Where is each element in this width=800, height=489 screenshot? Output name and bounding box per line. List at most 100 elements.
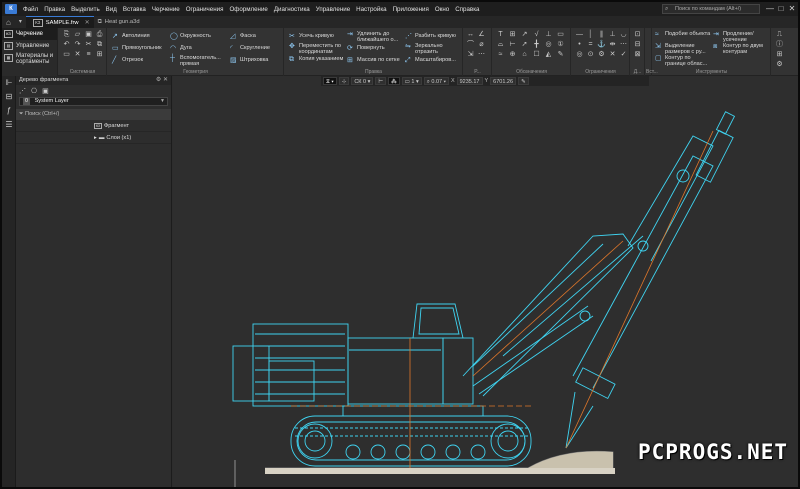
menu-settings[interactable]: Настройка (353, 6, 389, 13)
mirror-button[interactable]: ⇋ Зеркально отразить (405, 43, 459, 55)
measure-icon[interactable]: ⎍ (775, 31, 784, 39)
tree-search-input[interactable]: ⏷ Поиск (Ctrl+/) (16, 109, 171, 120)
tab-menu-icon[interactable]: ▾ (15, 16, 26, 28)
print-icon[interactable]: ⎙ (95, 31, 104, 39)
menu-design[interactable]: Оформление (226, 6, 270, 13)
horizontal-icon[interactable]: — (575, 31, 584, 39)
concentric-icon[interactable]: ◎ (575, 51, 584, 59)
save-icon[interactable]: ▣ (84, 31, 93, 39)
weld-icon[interactable]: ⌓ (496, 41, 505, 49)
scale-button[interactable]: ⤢ Масштабиров... (405, 57, 456, 64)
menu-constraints[interactable]: Ограничения (183, 6, 227, 13)
midpoint-icon[interactable]: ⊙ (586, 51, 595, 59)
info-icon[interactable]: ⓘ (775, 41, 784, 49)
axis-icon[interactable]: ⊕ (508, 51, 517, 59)
chamfer-button[interactable]: ◿ Фаска (230, 33, 256, 40)
angle-dim-icon[interactable]: ∠ (477, 31, 486, 39)
grid-icon[interactable]: ⊞ (95, 51, 104, 59)
image-icon[interactable]: ▣ (42, 87, 49, 95)
redo-icon[interactable]: ↷ (73, 41, 82, 49)
leader-icon[interactable]: ↗ (520, 31, 529, 39)
select-dims-button[interactable]: ⇲ Выделение размеров с ру... (655, 43, 711, 55)
properties-icon[interactable]: ≡ (84, 51, 93, 59)
break-icon[interactable]: ≈ (496, 51, 505, 59)
tab-close-icon[interactable]: ✕ (85, 19, 90, 26)
y-coordinate-field[interactable]: 6701.26 (490, 77, 517, 85)
delete-constraints-icon[interactable]: ✕ (608, 51, 617, 59)
tree-panel-icon[interactable]: ⊩ (2, 76, 16, 90)
tree-node-layers[interactable]: ▸ ▬ Слои (x1) (16, 132, 171, 144)
diameter-dim-icon[interactable]: ⌀ (477, 41, 486, 49)
area-contour-button[interactable]: ▢ Контур по границе облас... (655, 55, 711, 67)
menu-edit[interactable]: Правка (41, 6, 68, 13)
linear-dim-icon[interactable]: ↔ (466, 31, 475, 39)
auto-dim-icon[interactable]: ⇲ (466, 51, 475, 59)
move-coords-button[interactable]: ✥ Переместить по координатам (289, 43, 345, 55)
eyedropper-icon[interactable]: ✎ (518, 77, 529, 85)
mark-icon[interactable]: ◎ (544, 41, 553, 49)
menu-view[interactable]: Вид (103, 6, 120, 13)
menu-window[interactable]: Окно (432, 6, 452, 13)
command-search-input[interactable]: ⌕ Поиск по командам (Alt+/) (662, 4, 760, 14)
open-icon[interactable]: ▱ (73, 31, 82, 39)
arrow-view-icon[interactable]: ➚ (520, 41, 529, 49)
equal-icon[interactable]: = (586, 41, 595, 49)
check-icon[interactable]: ✓ (619, 51, 628, 59)
rotate-button[interactable]: ⟳ Повернуть (347, 45, 385, 52)
close-button[interactable]: ✕ (786, 2, 798, 16)
split-curve-button[interactable]: ⋰ Разбить кривую (405, 33, 456, 40)
paste-icon[interactable]: ▭ (62, 51, 71, 59)
similarity-button[interactable]: ≈ Подобие объекта (655, 31, 711, 38)
variables-panel-icon[interactable]: ƒ (2, 104, 16, 118)
ortho-icon[interactable]: ⊢ (375, 77, 387, 85)
snap-button[interactable]: ⧖ ▾ (323, 77, 337, 85)
note-icon[interactable]: ✎ (556, 51, 565, 59)
d-tool-1-icon[interactable]: ⊡ (633, 31, 642, 39)
centerline-icon[interactable]: ╋ (532, 41, 541, 49)
mode-materials[interactable]: ▦ Материалы и сортаменты (2, 52, 57, 66)
expand-icon[interactable]: ▸ (94, 132, 97, 144)
tab-sample-frw[interactable]: КЗ SAMPLE.frw ✕ (25, 16, 94, 28)
datum-icon[interactable]: ⊥ (544, 31, 553, 39)
layer-select[interactable]: 0 System Layer ▼ (19, 97, 168, 106)
zoom-select[interactable]: ⌕ 0.07 ▾ (423, 77, 449, 85)
coincident-icon[interactable]: • (575, 41, 584, 49)
menu-diagnostics[interactable]: Диагностика (271, 6, 313, 13)
radius-dim-icon[interactable]: ⌒ (466, 41, 475, 49)
circle-button[interactable]: ◯ Окружность (170, 33, 211, 40)
copy-icon[interactable]: ⧉ (95, 41, 104, 49)
collinear-icon[interactable]: ⋯ (619, 41, 628, 49)
filter-icon[interactable]: ⎔ (31, 87, 37, 95)
section-icon[interactable]: ⊢ (508, 41, 517, 49)
layer-number-select[interactable]: ▭ 1 ▾ (401, 77, 422, 85)
grid-array-button[interactable]: ⊞ Массив по сетке (347, 57, 400, 64)
label-icon[interactable]: ⌂ (520, 51, 529, 59)
symbol-icon[interactable]: ☐ (532, 51, 541, 59)
marker-icon[interactable]: ◭ (544, 51, 553, 59)
home-tab[interactable]: ⌂ (2, 16, 15, 28)
mode-drawing[interactable]: КЗ Черчение (2, 28, 57, 40)
two-contours-button[interactable]: ⧈ Контур по двум контурам (713, 43, 767, 55)
menu-apps[interactable]: Приложения (390, 6, 432, 13)
segment-button[interactable]: ╱ Отрезок (112, 57, 143, 64)
copy-pointing-button[interactable]: ⧉ Копия указанием (289, 56, 345, 63)
extend-trim-button[interactable]: ⇥ Продление/усечение (713, 31, 767, 43)
parameters-panel-icon[interactable]: ⊟ (2, 90, 16, 104)
tangent-icon[interactable]: ◡ (619, 31, 628, 39)
table-icon[interactable]: ⊞ (508, 31, 517, 39)
delete-icon[interactable]: ✕ (73, 51, 82, 59)
roughness-icon[interactable]: √ (532, 31, 541, 39)
d-tool-3-icon[interactable]: ⊠ (633, 51, 642, 59)
x-coordinate-field[interactable]: 9235.17 (456, 77, 483, 85)
grid-snap-icon[interactable]: ⁂ (388, 77, 400, 85)
menu-manage[interactable]: Управление (313, 6, 353, 13)
d-tool-2-icon[interactable]: ⊟ (633, 41, 642, 49)
hatch-button[interactable]: ▨ Штриховка (230, 57, 268, 64)
text-icon[interactable]: T (496, 31, 505, 39)
fillet-button[interactable]: ◜ Скругление (230, 45, 270, 52)
panel-settings-icon[interactable]: ⚙ ✕ (156, 76, 168, 85)
menu-insert[interactable]: Вставка (120, 6, 149, 13)
settings-icon[interactable]: ⚙ (775, 61, 784, 69)
rectangle-button[interactable]: ▭ Прямоугольник (112, 45, 162, 52)
new-icon[interactable]: ⎘ (62, 31, 71, 39)
